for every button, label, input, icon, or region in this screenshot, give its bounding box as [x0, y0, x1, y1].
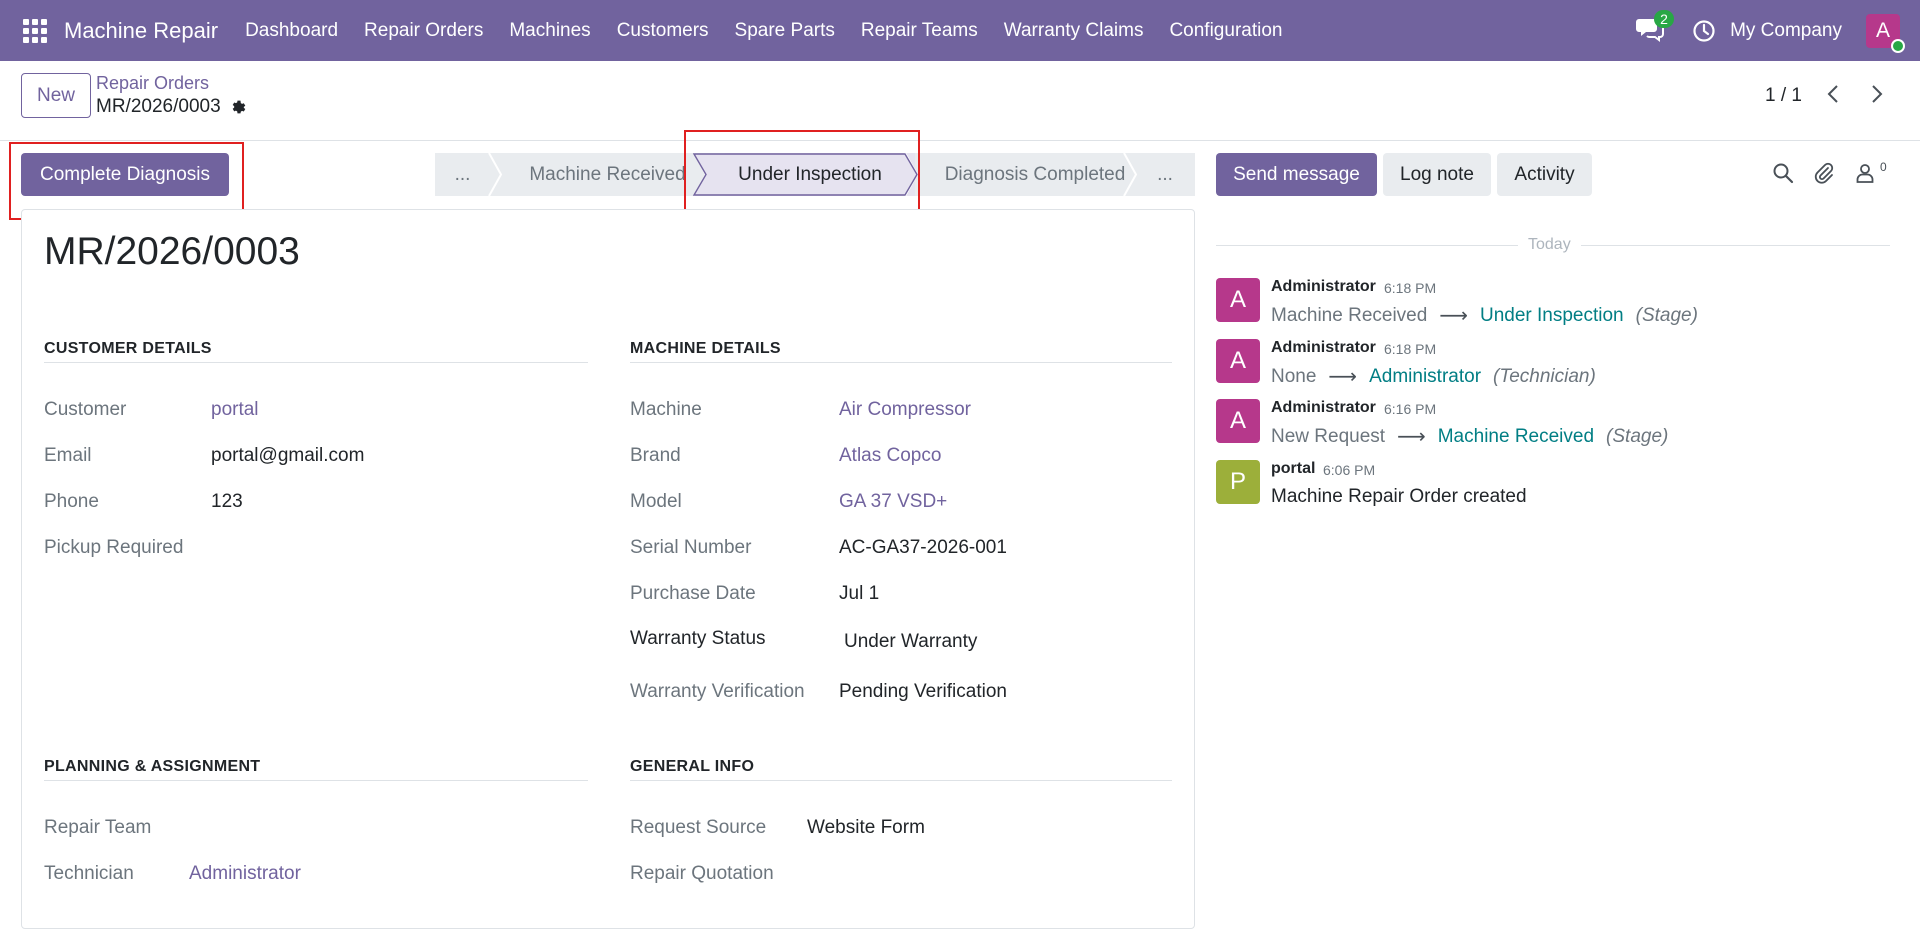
arrow-right-icon: ⟶: [1397, 426, 1426, 448]
tracking-old-value: None: [1271, 365, 1317, 387]
online-status-dot: [1891, 38, 1905, 53]
arrow-right-icon: ⟶: [1439, 305, 1468, 327]
message-time: 6:18 PM: [1384, 280, 1437, 296]
form-sheet: [21, 209, 1195, 929]
message-avatar[interactable]: A: [1216, 339, 1260, 383]
label-technician: Technician: [44, 863, 134, 884]
label-email: Email: [44, 445, 92, 466]
menu-configuration[interactable]: Configuration: [1156, 20, 1295, 42]
field-model[interactable]: GA 37 VSD+: [839, 491, 947, 513]
activity-button[interactable]: Activity: [1497, 153, 1592, 196]
pager-previous-icon[interactable]: [1824, 83, 1842, 105]
tracking-old-value: New Request: [1271, 425, 1386, 447]
top-navbar: Machine Repair Dashboard Repair Orders M…: [0, 0, 1920, 61]
label-warranty-status: Warranty Status: [630, 628, 766, 649]
pager-next-icon[interactable]: [1868, 83, 1886, 105]
label-machine: Machine: [630, 399, 702, 420]
field-brand[interactable]: Atlas Copco: [839, 445, 941, 467]
gear-icon[interactable]: [230, 98, 248, 116]
field-purchase-date[interactable]: Jul 1: [839, 583, 879, 605]
message-tracking: New Request ⟶ Machine Received (Stage): [1271, 424, 1668, 449]
section-customer-details: CUSTOMER DETAILS: [44, 340, 588, 363]
complete-diagnosis-button[interactable]: Complete Diagnosis: [21, 153, 229, 196]
date-divider-label: Today: [1518, 236, 1581, 254]
section-machine-details: MACHINE DETAILS: [630, 340, 1172, 363]
field-customer[interactable]: portal: [211, 399, 259, 421]
search-icon[interactable]: [1772, 162, 1794, 184]
messaging-button[interactable]: 2: [1636, 9, 1674, 46]
field-warranty-verification[interactable]: Pending Verification: [839, 681, 1007, 703]
label-serial-number: Serial Number: [630, 537, 752, 558]
tracking-field: (Stage): [1635, 304, 1698, 326]
message-author[interactable]: Administrator: [1271, 399, 1376, 417]
status-bar: ... Machine Received Under Inspection Di…: [435, 153, 1195, 196]
company-switcher[interactable]: My Company: [1730, 20, 1842, 42]
message-time: 6:16 PM: [1384, 401, 1437, 417]
breadcrumb-current: MR/2026/0003: [96, 96, 248, 118]
label-repair-quotation: Repair Quotation: [630, 863, 774, 884]
message-avatar[interactable]: A: [1216, 399, 1260, 443]
paperclip-icon[interactable]: [1813, 162, 1835, 184]
message-author[interactable]: portal: [1271, 460, 1315, 478]
menu-repair-teams[interactable]: Repair Teams: [848, 20, 991, 42]
menu-warranty-claims[interactable]: Warranty Claims: [991, 20, 1157, 42]
control-panel: New Repair Orders MR/2026/0003 1 / 1: [0, 61, 1920, 141]
app-name[interactable]: Machine Repair: [64, 18, 218, 44]
menu-repair-orders[interactable]: Repair Orders: [351, 20, 496, 42]
user-avatar[interactable]: A: [1866, 13, 1905, 53]
send-message-button[interactable]: Send message: [1216, 153, 1377, 196]
menu-customers[interactable]: Customers: [604, 20, 722, 42]
tracking-field: (Stage): [1606, 425, 1669, 447]
message-avatar[interactable]: A: [1216, 278, 1260, 322]
label-purchase-date: Purchase Date: [630, 583, 756, 604]
activity-clock-icon[interactable]: [1692, 19, 1716, 43]
message-tracking: None ⟶ Administrator (Technician): [1271, 364, 1596, 389]
field-serial-number[interactable]: AC-GA37-2026-001: [839, 537, 1007, 559]
field-request-source[interactable]: Website Form: [807, 817, 925, 839]
menu-spare-parts[interactable]: Spare Parts: [722, 20, 848, 42]
message-time: 6:06 PM: [1323, 462, 1376, 478]
apps-menu-icon[interactable]: [23, 18, 47, 43]
field-email[interactable]: portal@gmail.com: [211, 445, 364, 467]
user-avatar-letter: A: [1875, 18, 1890, 42]
field-technician[interactable]: Administrator: [189, 863, 301, 885]
label-model: Model: [630, 491, 682, 512]
label-brand: Brand: [630, 445, 681, 466]
field-phone[interactable]: 123: [211, 491, 243, 513]
stage-under-inspection-label: Under Inspection: [738, 163, 882, 185]
follower-count: 0: [1880, 160, 1887, 174]
message-author[interactable]: Administrator: [1271, 339, 1376, 357]
label-customer: Customer: [44, 399, 127, 420]
menu-machines[interactable]: Machines: [496, 20, 603, 42]
label-warranty-verification: Warranty Verification: [630, 681, 805, 702]
message-body: Machine Repair Order created: [1271, 486, 1527, 507]
label-request-source: Request Source: [630, 817, 767, 838]
message-author[interactable]: Administrator: [1271, 278, 1376, 296]
log-note-button[interactable]: Log note: [1383, 153, 1491, 196]
breadcrumb-parent[interactable]: Repair Orders: [96, 73, 209, 94]
tracking-old-value: Machine Received: [1271, 304, 1428, 326]
pager-value[interactable]: 1 / 1: [1765, 85, 1802, 107]
label-pickup-required: Pickup Required: [44, 537, 184, 558]
new-button[interactable]: New: [21, 73, 91, 118]
label-repair-team: Repair Team: [44, 817, 152, 838]
message-tracking: Machine Received ⟶ Under Inspection (Sta…: [1271, 303, 1698, 328]
tracking-new-value: Administrator: [1369, 365, 1482, 387]
tracking-new-value: Under Inspection: [1479, 304, 1624, 326]
message-avatar[interactable]: P: [1216, 460, 1260, 504]
tracking-field: (Technician): [1493, 365, 1596, 387]
chat-count-badge: 2: [1654, 9, 1674, 28]
breadcrumb-current-label: MR/2026/0003: [96, 96, 221, 117]
message-time: 6:18 PM: [1384, 341, 1437, 357]
label-phone: Phone: [44, 491, 99, 512]
menu-dashboard[interactable]: Dashboard: [232, 20, 351, 42]
followers-icon[interactable]: [1854, 162, 1876, 184]
field-machine[interactable]: Air Compressor: [839, 399, 971, 421]
record-title: MR/2026/0003: [44, 230, 300, 273]
arrow-right-icon: ⟶: [1328, 366, 1358, 388]
section-planning-assignment: PLANNING & ASSIGNMENT: [44, 758, 588, 781]
field-warranty-status[interactable]: Under Warranty: [844, 631, 977, 653]
tracking-new-value: Machine Received: [1437, 425, 1595, 447]
section-general-info: GENERAL INFO: [630, 758, 1172, 781]
